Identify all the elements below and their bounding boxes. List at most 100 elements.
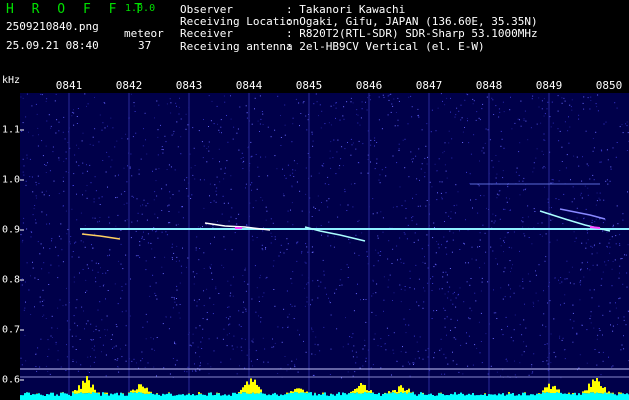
noise-pixel — [465, 219, 466, 221]
noise-pixel — [464, 243, 465, 245]
noise-pixel — [299, 334, 300, 336]
noise-pixel — [388, 240, 390, 242]
noise-pixel — [388, 335, 390, 336]
noise-pixel — [425, 205, 427, 207]
noise-pixel — [174, 364, 176, 366]
noise-pixel — [176, 121, 178, 123]
noise-pixel — [126, 202, 128, 204]
noise-pixel — [114, 146, 116, 148]
spectrum-bar-low — [136, 393, 138, 400]
noise-pixel — [503, 240, 505, 242]
noise-pixel — [174, 301, 176, 303]
noise-pixel — [120, 193, 122, 195]
noise-pixel — [171, 134, 173, 136]
spectrum-bar-low — [98, 393, 100, 400]
noise-pixel — [357, 283, 358, 285]
noise-pixel — [209, 297, 211, 299]
noise-pixel — [442, 152, 444, 154]
noise-pixel — [328, 198, 330, 200]
noise-pixel — [171, 243, 173, 245]
noise-pixel — [234, 232, 236, 234]
noise-pixel — [361, 101, 363, 103]
noise-pixel — [460, 104, 462, 106]
noise-pixel — [105, 354, 107, 356]
noise-pixel — [125, 360, 127, 362]
noise-pixel — [125, 310, 127, 312]
noise-pixel — [366, 109, 368, 111]
noise-pixel — [125, 133, 127, 135]
noise-pixel — [587, 232, 588, 234]
spectrum-bar-low — [592, 392, 594, 400]
spectrum-bar-low — [20, 395, 22, 400]
noise-pixel — [203, 305, 205, 307]
noise-pixel — [301, 210, 303, 212]
noise-pixel — [415, 155, 417, 157]
noise-pixel — [286, 238, 288, 240]
noise-pixel — [42, 289, 44, 291]
spectrum-bar-low — [204, 394, 206, 400]
noise-pixel — [29, 176, 31, 178]
noise-pixel — [625, 254, 627, 256]
noise-pixel — [430, 278, 431, 280]
noise-pixel — [267, 175, 269, 177]
noise-pixel — [289, 174, 291, 176]
noise-pixel — [538, 106, 540, 108]
noise-pixel — [251, 182, 253, 184]
noise-pixel — [166, 103, 168, 105]
noise-pixel — [223, 95, 225, 97]
noise-pixel — [352, 142, 354, 144]
noise-pixel — [150, 242, 152, 244]
noise-pixel — [324, 183, 326, 185]
noise-pixel — [114, 359, 116, 361]
noise-pixel — [423, 301, 425, 303]
noise-pixel — [504, 208, 506, 210]
noise-pixel — [44, 164, 45, 165]
noise-pixel — [446, 281, 448, 283]
spectrum-bar-low — [74, 393, 76, 400]
noise-pixel — [35, 366, 37, 367]
noise-pixel — [129, 168, 131, 169]
noise-pixel — [518, 174, 520, 176]
noise-pixel — [419, 179, 420, 181]
noise-pixel — [140, 205, 141, 207]
noise-pixel — [372, 279, 374, 281]
noise-pixel — [230, 216, 232, 218]
spectrum-bar-low — [402, 393, 404, 400]
noise-pixel — [390, 93, 392, 95]
noise-pixel — [456, 204, 458, 206]
noise-pixel — [174, 341, 175, 343]
noise-pixel — [543, 139, 545, 141]
spectrum-bar-low — [620, 393, 622, 400]
noise-pixel — [425, 349, 427, 351]
noise-pixel — [115, 225, 117, 227]
noise-pixel — [223, 202, 225, 204]
noise-pixel — [594, 349, 596, 350]
noise-pixel — [75, 335, 77, 337]
noise-pixel — [483, 195, 485, 197]
noise-pixel — [409, 287, 411, 289]
noise-pixel — [409, 363, 411, 365]
spectrum-bar-low — [602, 393, 604, 400]
noise-pixel — [453, 337, 455, 339]
noise-pixel — [37, 127, 39, 129]
noise-pixel — [375, 249, 377, 251]
noise-pixel — [145, 313, 147, 315]
spectrum-bar-low — [220, 395, 222, 400]
noise-pixel — [238, 149, 240, 151]
noise-pixel — [115, 345, 117, 347]
noise-pixel — [600, 284, 602, 286]
noise-pixel — [280, 115, 281, 116]
noise-pixel — [523, 119, 525, 121]
noise-pixel — [55, 341, 57, 343]
noise-pixel — [99, 337, 101, 338]
noise-pixel — [495, 215, 497, 217]
noise-pixel — [615, 302, 616, 304]
noise-pixel — [519, 142, 521, 144]
spectrum-bar-high — [82, 380, 84, 394]
spectrum-bar-low — [240, 393, 242, 400]
spectrum-bar-low — [106, 394, 108, 400]
spectrum-bar-high — [254, 379, 256, 394]
noise-pixel — [535, 274, 537, 276]
noise-pixel — [414, 358, 416, 360]
noise-pixel — [489, 139, 491, 141]
